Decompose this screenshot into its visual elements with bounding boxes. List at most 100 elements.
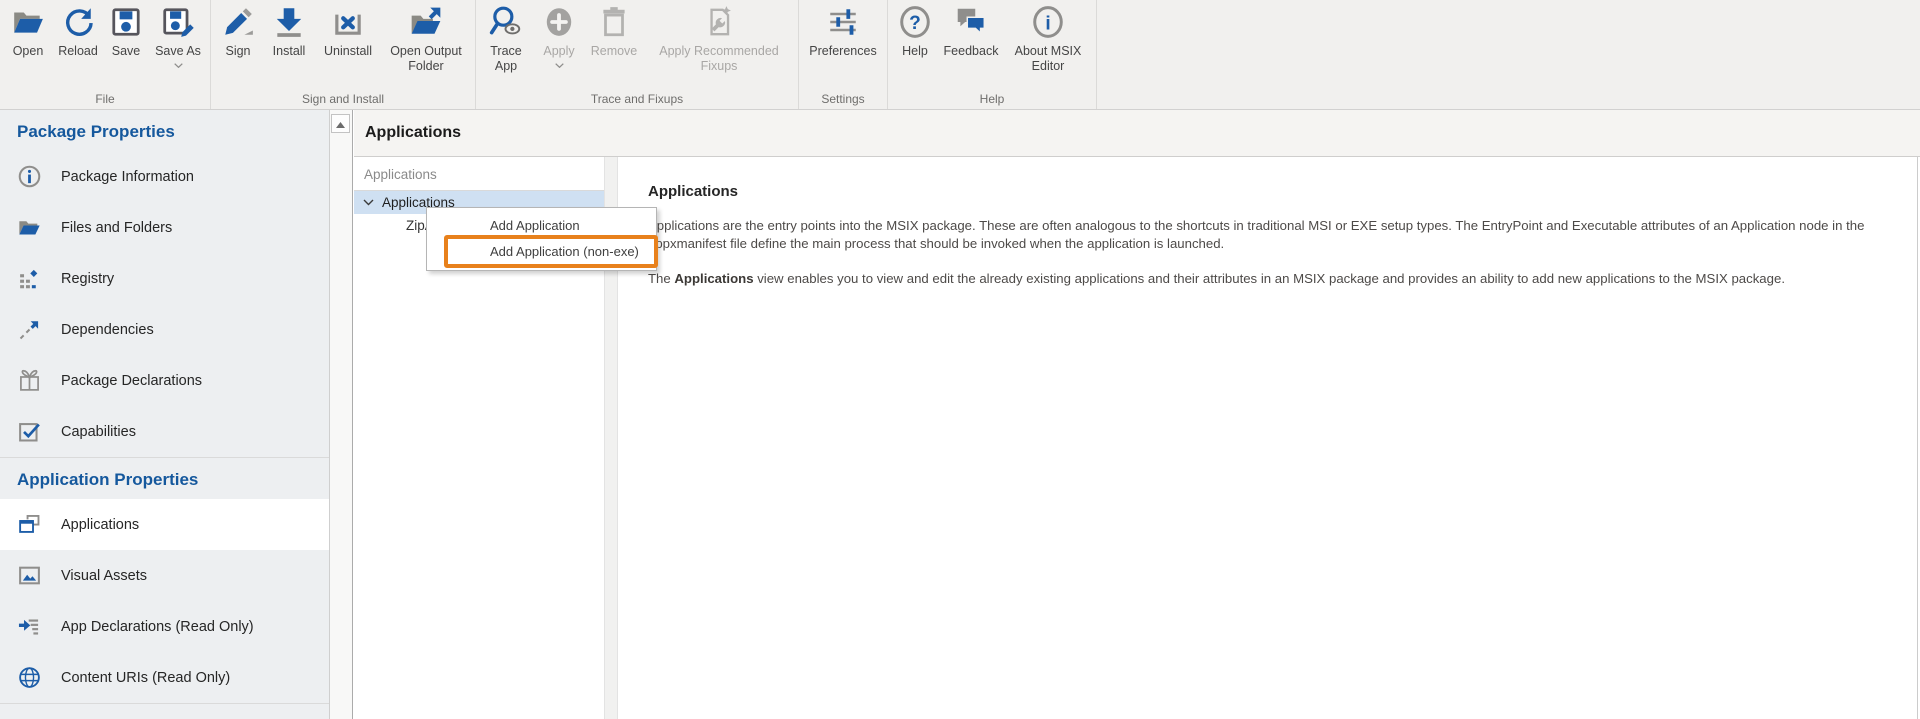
ribbon-buttons-row: ? Help Feedback i About MSIX Editor: [891, 0, 1093, 92]
install-label: Install: [273, 44, 306, 59]
sign-icon: [221, 5, 255, 39]
open-output-folder-label: Open Output Folder: [380, 44, 472, 74]
preferences-label: Preferences: [809, 44, 876, 59]
ribbon-toolbar: Open Reload Save Save As File Sign Install Unin…: [0, 0, 1920, 110]
save-icon: [109, 5, 143, 39]
sidebar-item-applications[interactable]: Applications: [0, 499, 329, 550]
chevron-down-icon[interactable]: [363, 199, 374, 206]
sidebar-item-label: Registry: [61, 271, 114, 287]
trace-app-button[interactable]: Trace App: [479, 0, 533, 74]
install-icon: [272, 5, 306, 39]
ribbon-buttons-row: Trace AppApply Remove Apply Recommended Fi…: [479, 0, 795, 92]
scroll-up-icon: [336, 115, 345, 133]
sidebar-item-package-declarations[interactable]: Package Declarations: [0, 355, 329, 406]
feedback-icon: [954, 5, 988, 39]
open-output-folder-icon: [409, 5, 443, 39]
feedback-label: Feedback: [944, 44, 999, 59]
sidebar-item-label: Dependencies: [61, 322, 154, 338]
sidebar-item-visual-assets[interactable]: Visual Assets: [0, 550, 329, 601]
ribbon-buttons-row: Open Reload Save Save As: [3, 0, 207, 92]
reload-icon: [61, 5, 95, 39]
folder-icon: [17, 215, 42, 240]
save-button[interactable]: Save: [103, 0, 149, 59]
p2-suffix: view enables you to view and edit the al…: [754, 271, 1785, 286]
content-paragraph-1: Applications are the entry points into t…: [648, 217, 1903, 253]
remove-button[interactable]: Remove: [585, 0, 643, 59]
about-msix-editor-button[interactable]: i About MSIX Editor: [1003, 0, 1093, 74]
sidebar-item-label: Package Declarations: [61, 373, 202, 389]
save-as-button[interactable]: Save As: [149, 0, 207, 68]
sign-button[interactable]: Sign: [214, 0, 262, 59]
p2-bold: Applications: [674, 271, 753, 286]
sidebar-item-label: Capabilities: [61, 424, 136, 440]
apply-icon: [542, 5, 576, 39]
sidebar-item-files-and-folders[interactable]: Files and Folders: [0, 202, 329, 253]
reload-button[interactable]: Reload: [53, 0, 103, 59]
image-icon: [17, 563, 42, 588]
menu-item-add-application[interactable]: Add Application: [427, 213, 656, 239]
apply-fixups-icon: [702, 5, 736, 39]
context-menu: Add Application Add Application (non-exe…: [426, 207, 657, 271]
sidebar-item-label: App Declarations (Read Only): [61, 619, 254, 635]
svg-text:?: ?: [909, 13, 921, 34]
open-output-folder-button[interactable]: Open Output Folder: [380, 0, 472, 74]
remove-label: Remove: [591, 44, 638, 59]
save-as-icon: [161, 5, 195, 39]
ribbon-group-settings: Preferences Settings: [799, 0, 888, 109]
install-button[interactable]: Install: [262, 0, 316, 59]
preferences-button[interactable]: Preferences: [802, 0, 884, 59]
sidebar-item-registry[interactable]: Registry: [0, 253, 329, 304]
registry-icon: [17, 266, 42, 291]
save-as-label: Save As: [155, 44, 201, 59]
content-pane: Applications Applications are the entry …: [618, 157, 1917, 719]
sidebar-item-capabilities[interactable]: Capabilities: [0, 406, 329, 457]
save-label: Save: [112, 44, 141, 59]
menu-item-add-application-non-exe[interactable]: Add Application (non-exe): [427, 239, 656, 265]
apply-recommended-fixups-button[interactable]: Apply Recommended Fixups: [643, 0, 795, 74]
ribbon-group-sign-and-install: SignInstallUninstallOpen Output FolderSi…: [211, 0, 476, 109]
arrow-list-icon: [17, 614, 42, 639]
ribbon-group-label: Help: [891, 92, 1093, 107]
ribbon-buttons-row: Preferences: [802, 0, 884, 92]
ribbon-buttons-row: Sign Install Uninstall Open Output Folder: [214, 0, 472, 92]
scroll-up-button[interactable]: [331, 114, 350, 133]
apply-button[interactable]: Apply: [533, 0, 585, 68]
remove-icon: [597, 5, 631, 39]
globe-icon: [17, 665, 42, 690]
trace-app-label: Trace App: [479, 44, 533, 74]
app-windows-icon: [17, 512, 42, 537]
sidebar-item-package-information[interactable]: Package Information: [0, 151, 329, 202]
page-header: Applications: [354, 110, 1920, 157]
p2-prefix: The: [648, 271, 674, 286]
svg-text:i: i: [1045, 13, 1050, 34]
sign-label: Sign: [225, 44, 250, 59]
ribbon-group-label: Sign and Install: [214, 92, 472, 107]
open-button[interactable]: Open: [3, 0, 53, 59]
content-title: Applications: [648, 183, 1903, 200]
uninstall-button[interactable]: Uninstall: [316, 0, 380, 59]
sidebar-item-app-declarations-read-only[interactable]: App Declarations (Read Only): [0, 601, 329, 652]
uninstall-label: Uninstall: [324, 44, 372, 59]
ribbon-group-label: File: [3, 92, 207, 107]
content-paragraph-2: The Applications view enables you to vie…: [648, 270, 1903, 288]
chevron-down-icon: [174, 61, 183, 68]
ribbon-group-label: Settings: [802, 92, 884, 107]
divider: [0, 703, 329, 704]
sidebar-item-label: Files and Folders: [61, 220, 172, 236]
ribbon-group-label: Trace and Fixups: [479, 92, 795, 107]
chevron-down-icon: [555, 61, 564, 68]
dependencies-icon: [17, 317, 42, 342]
sidebar-item-content-uris-read-only[interactable]: Content URIs (Read Only): [0, 652, 329, 703]
help-label: Help: [902, 44, 928, 59]
feedback-button[interactable]: Feedback: [939, 0, 1003, 59]
sidebar-scrollbar[interactable]: [330, 110, 353, 719]
reload-label: Reload: [58, 44, 98, 59]
page-title: Applications: [365, 124, 461, 142]
ribbon-group-help: ? Help Feedback i About MSIX Editor Help: [888, 0, 1097, 109]
sidebar-item-label: Applications: [61, 517, 139, 533]
apply-recommended-fixups-label: Apply Recommended Fixups: [643, 44, 795, 74]
sidebar-item-dependencies[interactable]: Dependencies: [0, 304, 329, 355]
help-button[interactable]: ? Help: [891, 0, 939, 59]
sidebar-item-label: Package Information: [61, 169, 194, 185]
about-msix-editor-label: About MSIX Editor: [1003, 44, 1093, 74]
